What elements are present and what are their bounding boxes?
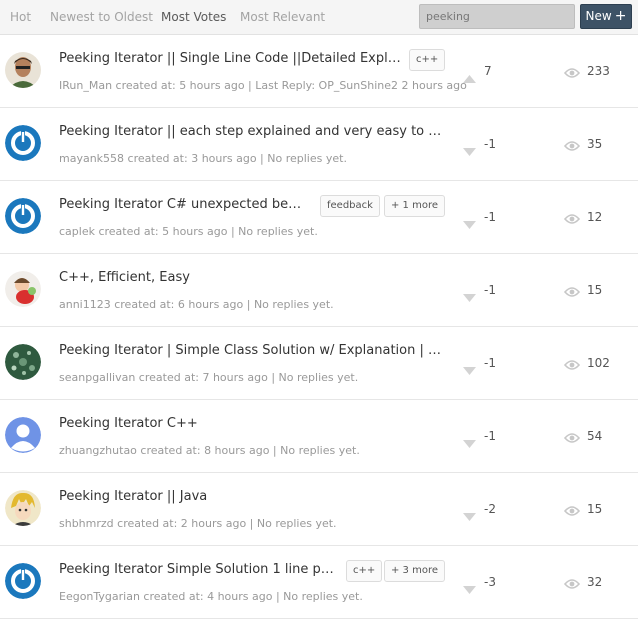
post-row[interactable]: Peeking Iterator || each step explained … <box>0 108 638 181</box>
post-row[interactable]: Peeking Iterator | Simple Class Solution… <box>0 327 638 400</box>
view-count: 32 <box>587 575 603 589</box>
post-meta: caplek created at: 5 hours ago | No repl… <box>59 225 318 238</box>
vote-count: -1 <box>484 137 496 151</box>
view-count: 102 <box>587 356 610 370</box>
post-meta: shbhmrzd created at: 2 hours ago | No re… <box>59 517 337 530</box>
view-count: 35 <box>587 137 603 151</box>
vote-count: -1 <box>484 283 496 297</box>
post-title[interactable]: Peeking Iterator || Java <box>59 489 444 504</box>
post-title[interactable]: Peeking Iterator C++ <box>59 416 444 431</box>
post-row[interactable]: C++, Efficient, Easy anni1123 created at:… <box>0 254 638 327</box>
eye-icon <box>563 429 581 443</box>
avatar[interactable] <box>5 52 41 88</box>
eye-icon <box>563 575 581 589</box>
avatar[interactable] <box>5 490 41 526</box>
post-title[interactable]: Peeking Iterator C# unexpected behavi... <box>59 197 309 212</box>
post-title[interactable]: Peeking Iterator | Simple Class Solution… <box>59 343 444 358</box>
new-post-button[interactable]: New + <box>580 4 632 29</box>
post-title[interactable]: C++, Efficient, Easy <box>59 270 444 285</box>
downvote-icon[interactable] <box>463 287 476 302</box>
eye-icon <box>563 210 581 224</box>
eye-icon <box>563 502 581 516</box>
vote-count: -2 <box>484 502 496 516</box>
post-row[interactable]: Peeking Iterator Simple Solution 1 line … <box>0 546 638 619</box>
sort-toolbar: Hot Newest to Oldest Most Votes Most Rel… <box>0 0 638 35</box>
avatar[interactable] <box>5 198 41 234</box>
avatar[interactable] <box>5 563 41 599</box>
view-count: 233 <box>587 64 610 78</box>
view-count: 15 <box>587 502 603 516</box>
avatar[interactable] <box>5 125 41 161</box>
view-count: 54 <box>587 429 603 443</box>
post-tag[interactable]: c++ <box>409 49 446 71</box>
avatar[interactable] <box>5 344 41 380</box>
vote-count: -1 <box>484 356 496 370</box>
post-meta: EegonTygarian created at: 4 hours ago | … <box>59 590 363 603</box>
post-meta: seanpgallivan created at: 7 hours ago | … <box>59 371 359 384</box>
post-row[interactable]: Peeking Iterator || Java shbhmrzd created… <box>0 473 638 546</box>
view-count: 12 <box>587 210 603 224</box>
upvote-icon[interactable] <box>463 68 476 83</box>
avatar[interactable] <box>5 417 41 453</box>
view-count: 15 <box>587 283 603 297</box>
tab-most-votes[interactable]: Most Votes <box>161 10 226 24</box>
post-title[interactable]: Peeking Iterator || Single Line Code ||D… <box>59 51 404 66</box>
post-title[interactable]: Peeking Iterator || each step explained … <box>59 124 444 139</box>
post-meta: IRun_Man created at: 5 hours ago | Last … <box>59 79 467 92</box>
vote-count: -1 <box>484 429 496 443</box>
post-tag[interactable]: + 1 more <box>384 195 446 217</box>
downvote-icon[interactable] <box>463 579 476 594</box>
post-list: Peeking Iterator || Single Line Code ||D… <box>0 35 638 619</box>
new-button-label: New <box>585 9 612 23</box>
post-tag[interactable]: + 3 more <box>384 560 446 582</box>
vote-count: -1 <box>484 210 496 224</box>
eye-icon <box>563 356 581 370</box>
plus-icon: + <box>614 8 627 24</box>
downvote-icon[interactable] <box>463 360 476 375</box>
post-meta: zhuangzhutao created at: 8 hours ago | N… <box>59 444 360 457</box>
post-meta: mayank558 created at: 3 hours ago | No r… <box>59 152 347 165</box>
tab-most-relevant[interactable]: Most Relevant <box>240 10 325 24</box>
tab-newest-to-oldest[interactable]: Newest to Oldest <box>50 10 153 24</box>
post-tag[interactable]: feedback <box>320 195 380 217</box>
vote-count: 7 <box>484 64 492 78</box>
post-row[interactable]: Peeking Iterator || Single Line Code ||D… <box>0 35 638 108</box>
post-row[interactable]: Peeking Iterator C# unexpected behavi...… <box>0 181 638 254</box>
downvote-icon[interactable] <box>463 214 476 229</box>
tab-hot[interactable]: Hot <box>10 10 31 24</box>
eye-icon <box>563 283 581 297</box>
search-input[interactable] <box>419 4 575 29</box>
downvote-icon[interactable] <box>463 506 476 521</box>
downvote-icon[interactable] <box>463 141 476 156</box>
post-title[interactable]: Peeking Iterator Simple Solution 1 line … <box>59 562 334 577</box>
eye-icon <box>563 64 581 78</box>
downvote-icon[interactable] <box>463 433 476 448</box>
avatar[interactable] <box>5 271 41 307</box>
post-row[interactable]: Peeking Iterator C++ zhuangzhutao created… <box>0 400 638 473</box>
post-tag[interactable]: c++ <box>346 560 383 582</box>
eye-icon <box>563 137 581 151</box>
post-meta: anni1123 created at: 6 hours ago | No re… <box>59 298 334 311</box>
vote-count: -3 <box>484 575 496 589</box>
